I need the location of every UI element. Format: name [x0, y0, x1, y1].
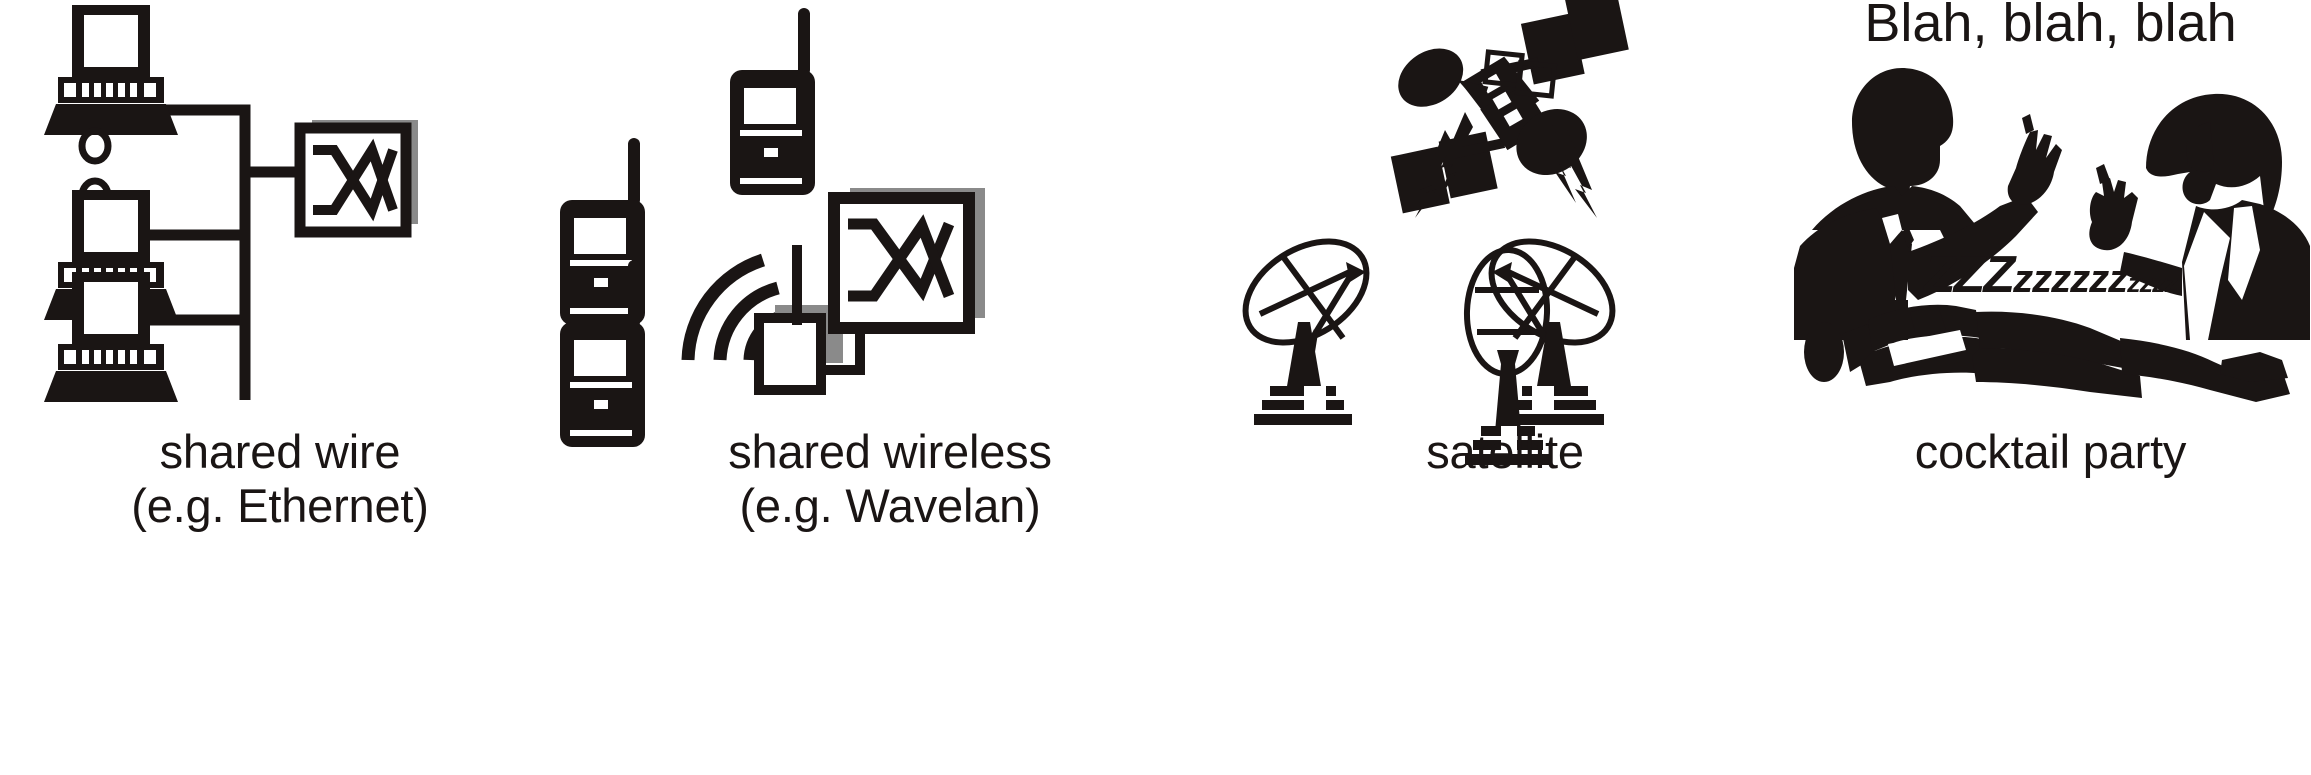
handheld-radio-icon	[730, 8, 815, 195]
switch-box-x-icon	[294, 120, 418, 238]
satellite-artwork	[1242, 0, 1629, 465]
figure-canvas: shared wire (e.g. Ethernet) shared wirel…	[0, 0, 2311, 775]
panel-shared-wire: shared wire (e.g. Ethernet)	[0, 0, 560, 775]
panel-cocktail-party: Blah, blah, blah ZZZzzzzzzzzzz cocktail …	[1790, 0, 2311, 775]
panel-shared-wireless: shared wireless (e.g. Wavelan)	[560, 0, 1220, 775]
panel-satellite: satellite	[1220, 0, 1790, 775]
switch-box-x-icon	[828, 188, 985, 334]
panel-caption-shared-wireless: shared wireless (e.g. Wavelan)	[728, 425, 1052, 532]
terminal-computer-icon	[44, 5, 178, 135]
sleeping-person-artwork	[1804, 304, 2290, 402]
dish-antenna-icon	[1242, 238, 1370, 425]
shared-wire-artwork	[44, 5, 418, 402]
satellite-icon	[1390, 0, 1629, 214]
panel-caption-cocktail-party: cocktail party	[1914, 425, 2187, 478]
shared-wireless-artwork	[560, 8, 985, 447]
sleeping-person-silhouette-icon	[1804, 304, 2290, 402]
panel-caption-shared-wire: shared wire (e.g. Ethernet)	[131, 425, 429, 532]
panel-caption-satellite: satellite	[1426, 425, 1584, 478]
dish-antenna-icon	[1488, 238, 1616, 425]
